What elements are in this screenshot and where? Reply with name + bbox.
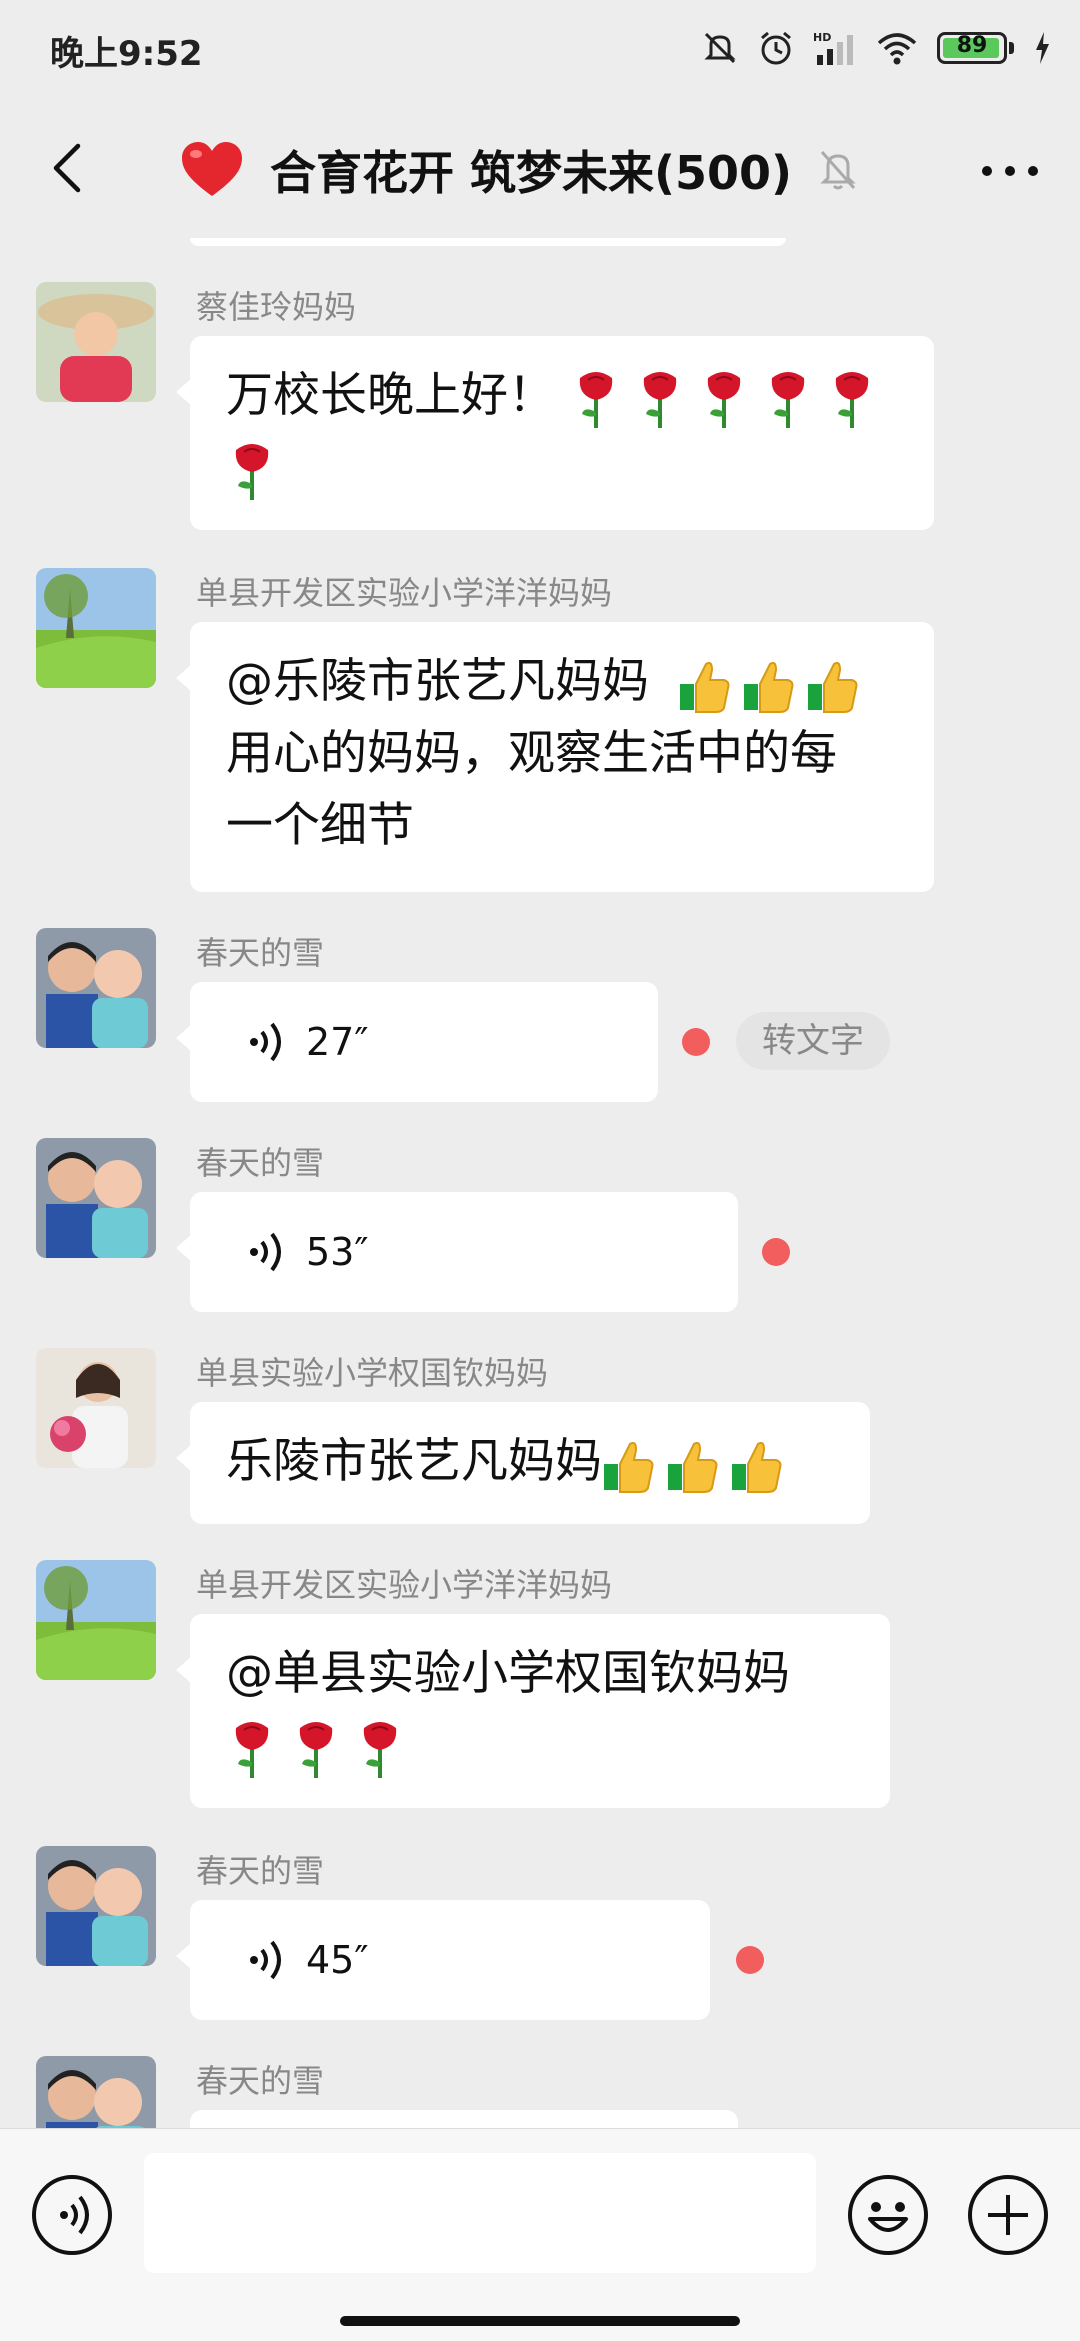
voice-input-icon[interactable]: [32, 2175, 112, 2255]
thumbs-up-icon: [678, 654, 730, 716]
unread-dot: [736, 1946, 764, 1974]
unread-dot: [682, 1028, 710, 1056]
sender-name: 单县实验小学权国钦妈妈: [196, 1354, 549, 1392]
message-bubble[interactable]: @乐陵市张艺凡妈妈 用心的妈妈，观察生活中的每 一个细节: [176, 622, 934, 892]
muted-bell-icon: [820, 151, 856, 190]
voice-message-bubble[interactable]: 27″: [176, 982, 658, 1102]
status-icons: HD 89: [701, 26, 1052, 70]
rose-icon: [354, 1718, 406, 1780]
sender-name: 蔡佳玲妈妈: [196, 288, 357, 326]
rose-icon: [634, 368, 686, 430]
avatar[interactable]: [36, 568, 156, 688]
message-text: 乐陵市张艺凡妈妈: [226, 1434, 602, 1489]
message-bubble[interactable]: 乐陵市张艺凡妈妈: [176, 1402, 870, 1524]
avatar[interactable]: [36, 928, 156, 1048]
avatar[interactable]: [36, 282, 156, 402]
back-arrow-icon[interactable]: [40, 138, 100, 198]
input-bar: [0, 2128, 1080, 2341]
rose-icon: [570, 368, 622, 430]
thumbs-up-icon: [666, 1434, 718, 1496]
message-text: @乐陵市张艺凡妈妈: [226, 654, 649, 709]
sender-name: 单县开发区实验小学洋洋妈妈: [196, 1566, 613, 1604]
message-bubble[interactable]: 万校长晚上好！: [176, 336, 934, 530]
rose-icon: [226, 1718, 278, 1780]
sender-name: 春天的雪: [196, 934, 325, 972]
message-text: 一个细节: [226, 798, 414, 853]
chat-header: 合育花开 筑梦未来(500): [0, 100, 1080, 238]
svg-text:HD: HD: [813, 31, 831, 44]
rose-icon: [826, 368, 878, 430]
red-heart-icon: [182, 142, 242, 196]
thumbs-up-icon: [730, 1434, 782, 1496]
message-text: 用心的妈妈，观察生活中的每: [226, 726, 837, 781]
rose-icon: [762, 368, 814, 430]
voice-duration: 53″: [306, 1230, 369, 1274]
plus-icon[interactable]: [968, 2175, 1048, 2255]
thumbs-up-icon: [602, 1434, 654, 1496]
sender-name: 春天的雪: [196, 1144, 325, 1182]
message-input[interactable]: [144, 2153, 816, 2273]
rose-icon: [226, 440, 278, 502]
avatar[interactable]: [36, 1348, 156, 1468]
message-bubble[interactable]: @单县实验小学权国钦妈妈: [176, 1614, 890, 1808]
avatar[interactable]: [36, 1560, 156, 1680]
emoji-icon[interactable]: [848, 2175, 928, 2255]
voice-duration: 27″: [306, 1020, 369, 1064]
voice-wave-icon: [250, 1940, 281, 1980]
title-wrap[interactable]: 合育花开 筑梦未来(500): [180, 130, 858, 210]
voice-wave-icon: [250, 1022, 281, 1062]
chat-title: 合育花开 筑梦未来(500): [270, 146, 793, 200]
alarm-icon: [761, 31, 791, 65]
battery-level: 89: [956, 33, 988, 58]
convert-to-text-button[interactable]: 转文字: [736, 1012, 890, 1070]
avatar[interactable]: [36, 2056, 156, 2128]
home-indicator[interactable]: [340, 2316, 740, 2326]
thumbs-up-icon: [742, 654, 794, 716]
sender-name: 单县开发区实验小学洋洋妈妈: [196, 574, 613, 612]
signal-icon: HD: [813, 31, 853, 65]
message-text: @单县实验小学权国钦妈妈: [226, 1646, 790, 1701]
thumbs-up-icon: [806, 654, 858, 716]
status-time: 晚上9:52: [50, 34, 203, 74]
status-bar: 晚上9:52 HD 89: [0, 0, 1080, 100]
voice-message-bubble[interactable]: 45″: [176, 1900, 710, 2020]
voice-duration: 45″: [306, 1938, 369, 1982]
wifi-icon: [877, 33, 917, 65]
message-text: 万校长晚上好！: [226, 368, 555, 423]
sender-name: 春天的雪: [196, 1852, 325, 1890]
message-list[interactable]: 蔡佳玲妈妈 万校长晚上好！ 单县开发区实验小学洋洋妈妈 @乐陵市张艺凡妈妈 用心…: [0, 238, 1080, 2128]
charging-icon: [1036, 32, 1049, 64]
rose-icon: [698, 368, 750, 430]
voice-wave-icon: [250, 1232, 281, 1272]
rose-icon: [290, 1718, 342, 1780]
avatar[interactable]: [36, 1138, 156, 1258]
avatar[interactable]: [36, 1846, 156, 1966]
more-options-icon[interactable]: [980, 156, 1040, 186]
battery-icon: 89: [937, 32, 1007, 64]
voice-message-bubble[interactable]: [190, 2110, 738, 2128]
sender-name: 春天的雪: [196, 2062, 325, 2100]
voice-message-bubble[interactable]: 53″: [176, 1192, 738, 1312]
battery-tip: [1009, 42, 1014, 54]
mute-icon: [704, 32, 736, 64]
unread-dot: [762, 1238, 790, 1266]
previous-message-bubble: [190, 238, 786, 246]
